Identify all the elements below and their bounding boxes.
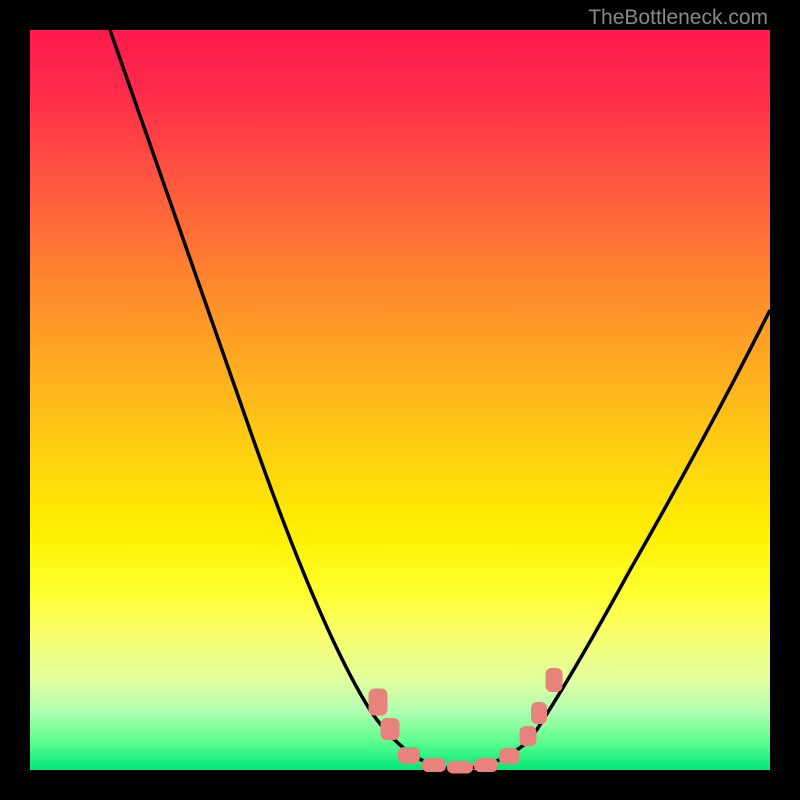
data-marker: [520, 726, 537, 746]
chart-container: TheBottleneck.com: [0, 0, 800, 800]
data-marker: [474, 758, 498, 772]
left-curve: [110, 30, 440, 768]
data-marker: [531, 702, 547, 724]
plot-area: [30, 30, 770, 770]
data-marker: [447, 761, 473, 774]
data-marker: [422, 758, 446, 772]
curve-svg: [30, 30, 770, 770]
right-curve: [470, 310, 770, 768]
watermark-text: TheBottleneck.com: [588, 6, 768, 30]
data-marker: [398, 747, 420, 763]
data-marker: [499, 748, 519, 764]
data-marker: [546, 668, 563, 692]
data-marker: [381, 718, 400, 740]
data-marker: [369, 689, 388, 716]
